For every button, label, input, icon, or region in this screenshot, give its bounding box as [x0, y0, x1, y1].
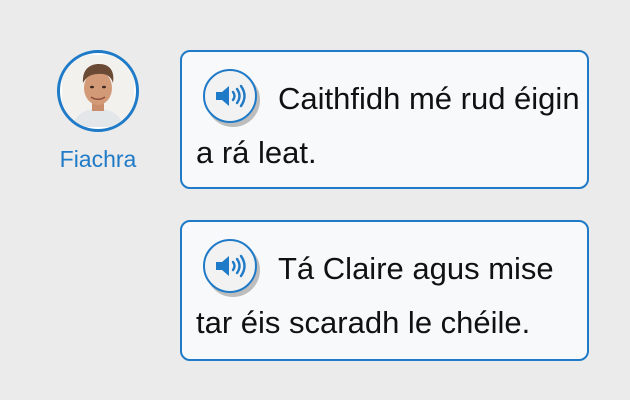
message-text: Caithfidh mé rud éigin a rá leat. — [196, 81, 580, 170]
speaker-name: Fiachra — [59, 146, 137, 172]
avatar — [57, 50, 139, 132]
message-bubble: Caithfidh mé rud éigin a rá leat. — [180, 50, 589, 189]
message-bubble: Tá Claire agus mise tar éis scaradh le c… — [180, 220, 589, 361]
avatar-portrait — [62, 55, 134, 127]
message-text: Tá Claire agus mise tar éis scaradh le c… — [196, 251, 554, 340]
